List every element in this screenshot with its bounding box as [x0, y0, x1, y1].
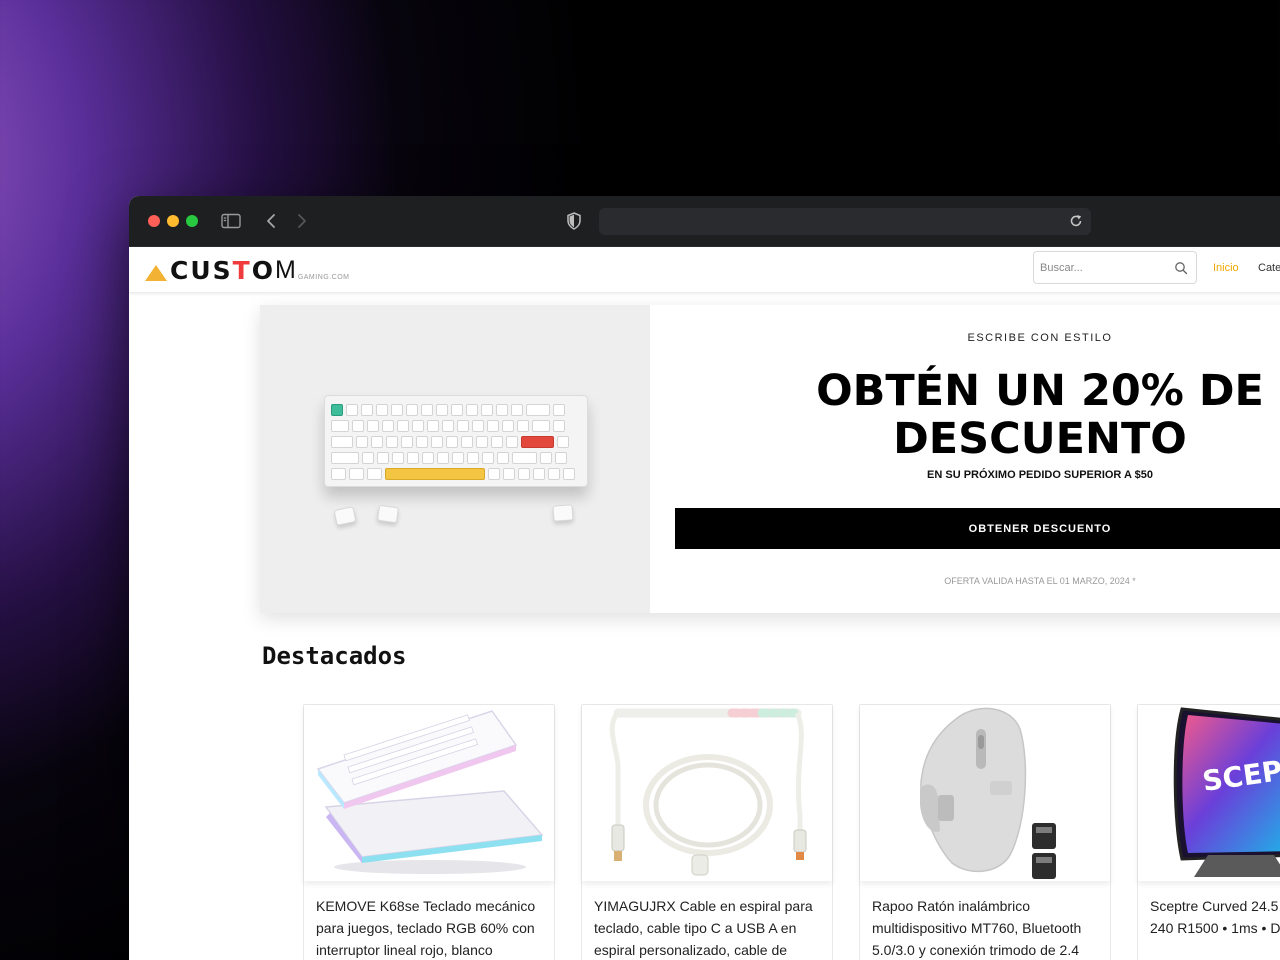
keyboard-image: [260, 305, 650, 613]
product-image: [860, 705, 1110, 881]
privacy-shield-icon[interactable]: [563, 210, 585, 232]
browser-toolbar: [129, 196, 1280, 247]
reload-icon[interactable]: [1067, 212, 1085, 230]
get-discount-button[interactable]: OBTENER DESCUENTO: [675, 508, 1280, 549]
keycap-graphic: [376, 504, 400, 524]
product-image: [582, 705, 832, 881]
address-bar[interactable]: [599, 208, 1091, 235]
promo-banner: ESCRIBE CON ESTILO OBTÉN UN 20% DE DESCU…: [260, 305, 1280, 613]
search-input[interactable]: [1040, 259, 1170, 277]
logo-m: M: [274, 255, 296, 284]
product-card[interactable]: KEMOVE K68se Teclado mecánico para juego…: [303, 704, 555, 960]
site-logo[interactable]: CUSTO M GAMING.COM: [145, 253, 349, 287]
nav-link-inicio[interactable]: Inicio: [1213, 262, 1239, 274]
nav-link-categorias[interactable]: Cate: [1258, 262, 1280, 274]
forward-icon[interactable]: [291, 210, 313, 232]
product-title[interactable]: Sceptre Curved 24.5 Monitor • up to 240 …: [1150, 895, 1280, 939]
offer-validity-note: OFERTA VALIDA HASTA EL 01 MARZO, 2024 *: [944, 576, 1136, 586]
promo-subtitle: EN SU PRÓXIMO PEDIDO SUPERIOR A $50: [927, 469, 1153, 481]
product-image: [304, 705, 554, 881]
close-window-button[interactable]: [148, 215, 160, 227]
featured-section-title: Destacados: [262, 642, 407, 670]
site-header: CUSTOM GAMING.COM Inicio Cate: [129, 247, 1280, 293]
keyboard-graphic: [324, 395, 588, 487]
product-card[interactable]: YIMAGUJRX Cable en espiral para teclado,…: [581, 704, 833, 960]
search-icon[interactable]: [1174, 261, 1188, 275]
keycap-graphic: [552, 504, 574, 522]
web-page: CUSTOM GAMING.COM Inicio Cate: [129, 247, 1280, 960]
logo-subtitle: GAMING.COM: [297, 273, 350, 281]
maximize-window-button[interactable]: [186, 215, 198, 227]
product-image: SCEP: [1138, 705, 1280, 881]
product-title[interactable]: YIMAGUJRX Cable en espiral para teclado,…: [594, 895, 822, 960]
product-card[interactable]: Rapoo Ratón inalámbrico multidispositivo…: [859, 704, 1111, 960]
keycap-graphic: [333, 506, 357, 526]
browser-window: CUSTOM GAMING.COM Inicio Cate: [129, 196, 1280, 960]
minimize-window-button[interactable]: [167, 215, 179, 227]
product-card[interactable]: SCEP Sceptre Curved 24.5 Monitor • up to…: [1137, 704, 1280, 960]
search-box: [1033, 251, 1197, 284]
promo-title: OBTÉN UN 20% DE DESCUENTO: [816, 366, 1264, 464]
product-title[interactable]: Rapoo Ratón inalámbrico multidispositivo…: [872, 895, 1100, 960]
logo-text: CUSTO: [170, 255, 275, 285]
sidebar-toggle-icon[interactable]: [220, 210, 242, 232]
logo-triangle-icon: [145, 265, 167, 281]
promo-eyebrow: ESCRIBE CON ESTILO: [967, 332, 1113, 344]
product-title[interactable]: KEMOVE K68se Teclado mecánico para juego…: [316, 895, 544, 960]
back-icon[interactable]: [260, 210, 282, 232]
